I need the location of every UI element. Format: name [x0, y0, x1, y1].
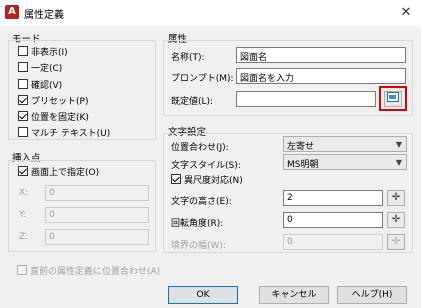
constant-label: 一定(C) [31, 64, 63, 74]
text-style-value: MS明朝 [287, 160, 319, 170]
z-field[interactable]: 0 [45, 229, 149, 245]
highlight-box [379, 86, 407, 111]
boundary-width-input[interactable]: 0 [283, 234, 383, 250]
lock-position-checkbox[interactable] [18, 111, 28, 121]
specify-on-screen-label: 画面上で指定(O) [31, 168, 100, 178]
specify-on-screen-checkbox[interactable] [18, 166, 28, 176]
align-below-checkbox[interactable] [17, 265, 27, 275]
x-label: X: [19, 188, 29, 198]
rotation-input[interactable]: 0 [283, 212, 383, 228]
verify-checkbox[interactable] [18, 79, 28, 89]
invisible-checkbox[interactable] [18, 46, 28, 56]
y-field[interactable]: 0 [45, 207, 149, 223]
prompt-label: プロンプト(M): [171, 74, 234, 84]
justification-label: 位置合わせ(J): [171, 143, 229, 153]
invisible-label: 非表示(I) [31, 48, 68, 58]
boundary-width-label: 境界の幅(W): [171, 241, 226, 251]
rotation-label: 回転角度(R): [171, 219, 224, 229]
z-label: Z: [19, 232, 29, 242]
annotative-checkbox[interactable] [171, 174, 181, 184]
y-label: Y: [19, 210, 27, 220]
pick-width-button[interactable]: ✛ [387, 234, 405, 250]
annotative-label: 異尺度対応(N) [184, 176, 243, 186]
tag-label: 名称(T): [171, 53, 205, 63]
preset-label: プリセット(P) [31, 97, 89, 107]
pick-rotation-button[interactable]: ✛ [387, 212, 405, 228]
crosshair-icon: ✛ [391, 236, 401, 247]
justification-value: 左寄せ [287, 142, 315, 152]
text-height-input[interactable]: 2 [283, 190, 383, 206]
tag-input[interactable]: 図面名 [236, 47, 406, 63]
attribute-definition-dialog: A 属性定義 ✕ モード 非表示(I) 一定(C) 確認(V) プリセット(P)… [0, 0, 421, 308]
title-bar: A 属性定義 ✕ [0, 0, 421, 26]
crosshair-icon: ✛ [391, 214, 401, 225]
cancel-button[interactable]: キャンセル [259, 286, 329, 304]
verify-label: 確認(V) [31, 81, 63, 91]
app-icon: A [5, 5, 19, 19]
constant-checkbox[interactable] [18, 62, 28, 72]
preset-checkbox[interactable] [18, 95, 28, 105]
x-field[interactable]: 0 [45, 185, 149, 201]
prompt-input[interactable]: 図面名を入力 [236, 68, 406, 84]
window-title: 属性定義 [24, 10, 64, 21]
chevron-down-icon: ▼ [395, 158, 402, 167]
chevron-down-icon: ▼ [395, 140, 402, 149]
multiline-label: マルチ テキスト(U) [31, 129, 111, 139]
close-button[interactable]: ✕ [391, 0, 421, 26]
lock-position-label: 位置を固定(K) [31, 113, 89, 123]
text-height-label: 文字の高さ(E): [171, 197, 232, 207]
text-style-label: 文字スタイル(S): [171, 161, 241, 171]
multiline-checkbox[interactable] [18, 127, 28, 137]
default-input[interactable] [236, 91, 376, 107]
ok-button[interactable]: OK [168, 286, 238, 304]
align-below-label: 直前の属性定義に位置合わせ(A) [30, 267, 161, 277]
text-style-select[interactable]: MS明朝 ▼ [283, 154, 407, 170]
help-button[interactable]: ヘルプ(H) [337, 286, 407, 304]
justification-select[interactable]: 左寄せ ▼ [283, 136, 407, 152]
default-label: 既定値(L): [171, 97, 214, 107]
pick-height-button[interactable]: ✛ [387, 190, 405, 206]
crosshair-icon: ✛ [391, 192, 401, 203]
